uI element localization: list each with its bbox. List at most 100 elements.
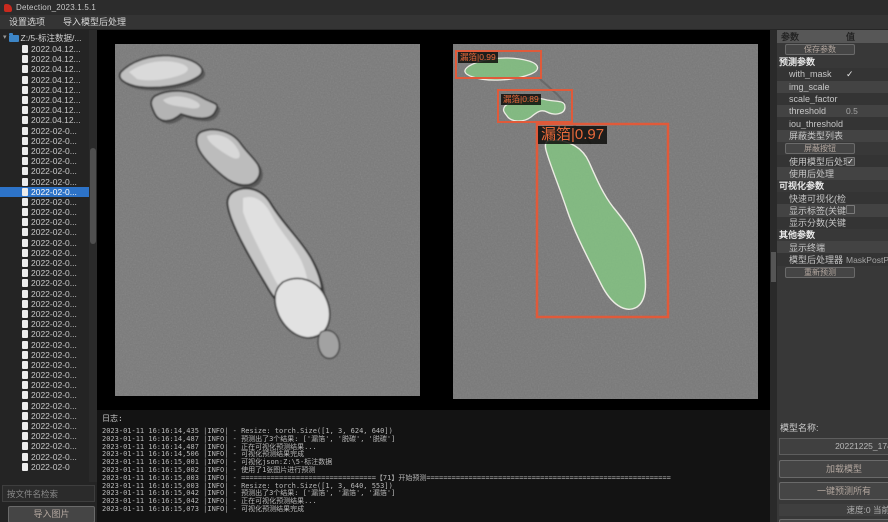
file-item[interactable]: 2022-02-0... — [0, 289, 89, 299]
file-item[interactable]: 2022-02-0... — [0, 136, 89, 146]
param-row[interactable]: img_scale — [777, 81, 888, 93]
file-item-label: 2022-02-0... — [31, 197, 77, 207]
checkbox-checked[interactable]: ✓ — [846, 157, 855, 166]
file-item[interactable]: 2022-02-0... — [0, 238, 89, 248]
file-icon — [22, 137, 28, 145]
panel-button[interactable]: 重新预测 — [785, 267, 855, 278]
panel-button[interactable]: 保存参数 — [785, 44, 855, 55]
file-list: 2022.04.12...2022.04.12...2022.04.12...2… — [0, 44, 89, 472]
file-item-label: 2022-02-0... — [31, 177, 77, 187]
file-item[interactable]: 2022-02-0... — [0, 350, 89, 360]
param-value[interactable]: ✓ — [846, 69, 888, 80]
param-row[interactable]: scale_factor — [777, 93, 888, 105]
param-label: 显示标签(关键点) — [777, 204, 846, 217]
param-row[interactable]: 使用后处理 — [777, 167, 888, 179]
file-item[interactable]: 2022-02-0... — [0, 146, 89, 156]
file-item[interactable]: 2022-02-0... — [0, 452, 89, 462]
param-label: scale_factor — [777, 94, 846, 104]
menu-item-import-postprocess[interactable]: 导入模型后处理 — [54, 15, 135, 30]
file-item[interactable]: 2022-02-0... — [0, 329, 89, 339]
file-item[interactable]: 2022-02-0... — [0, 166, 89, 176]
file-item[interactable]: 2022-02-0... — [0, 187, 89, 197]
file-item[interactable]: 2022-02-0... — [0, 411, 89, 421]
file-item[interactable]: 2022.04.12... — [0, 115, 89, 125]
param-value[interactable]: ✓ — [846, 156, 888, 166]
import-images-button[interactable]: 导入图片 — [8, 506, 95, 522]
file-icon — [22, 300, 28, 308]
file-item[interactable]: 2022.04.12... — [0, 54, 89, 64]
file-item[interactable]: 2022.04.12... — [0, 44, 89, 54]
file-item[interactable]: 2022-02-0... — [0, 299, 89, 309]
param-row[interactable]: 使用模型后处理✓ — [777, 155, 888, 167]
tree-root-label: Z:/5-标注数据/... — [21, 32, 82, 44]
file-item-label: 2022-02-0... — [31, 187, 77, 197]
file-item[interactable]: 2022-02-0... — [0, 390, 89, 400]
file-item-label: 2022-02-0... — [31, 238, 77, 248]
sidebar-scrollbar[interactable] — [89, 30, 97, 482]
file-icon — [22, 310, 28, 318]
file-icon — [22, 65, 28, 73]
param-row[interactable]: 显示标签(关键点) — [777, 204, 888, 216]
file-item[interactable]: 2022.04.12... — [0, 64, 89, 74]
file-item[interactable]: 2022-02-0... — [0, 309, 89, 319]
param-value[interactable]: 0.5 — [846, 106, 888, 116]
file-item[interactable]: 2022.04.12... — [0, 105, 89, 115]
file-item[interactable]: 2022-02-0... — [0, 441, 89, 451]
param-row[interactable]: threshold0.5 — [777, 105, 888, 117]
file-item[interactable]: 2022-02-0... — [0, 258, 89, 268]
splitter-handle[interactable] — [771, 252, 776, 282]
file-item[interactable]: 2022-02-0... — [0, 421, 89, 431]
file-item[interactable]: 2022.04.12... — [0, 85, 89, 95]
file-item[interactable]: 2022-02-0... — [0, 319, 89, 329]
model-name-value[interactable]: 20221225_174813 — [779, 438, 888, 455]
param-row[interactable]: 显示终端 — [777, 241, 888, 253]
vertical-splitter[interactable] — [770, 30, 777, 522]
param-row[interactable]: 显示分数(关键点) — [777, 217, 888, 229]
file-item[interactable]: 2022-02-0... — [0, 370, 89, 380]
file-item[interactable]: 2022-02-0... — [0, 217, 89, 227]
file-item-label: 2022.04.12... — [31, 85, 81, 95]
detection-label: 漏箔|0.89 — [501, 94, 541, 105]
sidebar-scrollbar-thumb[interactable] — [90, 148, 96, 244]
param-row[interactable]: 模型后处理器MaskPostPro — [777, 253, 888, 265]
param-row[interactable]: 屏蔽类型列表 — [777, 130, 888, 142]
menu-item-settings[interactable]: 设置选项 — [0, 15, 54, 30]
filename-search-input[interactable] — [2, 485, 95, 502]
param-value[interactable] — [846, 205, 888, 216]
file-item-label: 2022-02-0... — [31, 136, 77, 146]
file-item[interactable]: 2022-02-0... — [0, 248, 89, 258]
chevron-down-icon[interactable]: ▾ — [3, 32, 7, 44]
original-image[interactable] — [115, 44, 420, 396]
file-item[interactable]: 2022-02-0... — [0, 360, 89, 370]
param-row[interactable]: with_mask✓ — [777, 68, 888, 80]
predict-all-button[interactable]: 一键预测所有 — [779, 482, 888, 500]
file-item[interactable]: 2022-02-0... — [0, 176, 89, 186]
file-item[interactable]: 2022-02-0... — [0, 431, 89, 441]
file-item[interactable]: 2022-02-0... — [0, 380, 89, 390]
param-value[interactable]: MaskPostPro — [846, 255, 888, 265]
tree-root[interactable]: ▾ Z:/5-标注数据/... — [0, 32, 89, 44]
file-item[interactable]: 2022.04.12... — [0, 75, 89, 85]
file-item[interactable]: 2022.04.12... — [0, 95, 89, 105]
file-item[interactable]: 2022-02-0... — [0, 197, 89, 207]
param-label: with_mask — [777, 69, 846, 79]
panel-button[interactable]: 屏蔽按钮 — [785, 143, 855, 154]
file-item[interactable]: 2022-02-0... — [0, 339, 89, 349]
file-icon — [22, 127, 28, 135]
param-row[interactable]: iou_threshold — [777, 117, 888, 129]
param-row[interactable]: 快速可视化(检测) — [777, 192, 888, 204]
param-header-name: 参数 — [777, 30, 846, 43]
file-item[interactable]: 2022-02-0... — [0, 156, 89, 166]
log-title: 日志: — [102, 413, 770, 424]
file-item[interactable]: 2022-02-0... — [0, 207, 89, 217]
file-item[interactable]: 2022-02-0... — [0, 278, 89, 288]
file-item[interactable]: 2022-02-0... — [0, 401, 89, 411]
file-item[interactable]: 2022-02-0 — [0, 462, 89, 472]
checkbox-unchecked[interactable] — [846, 205, 855, 214]
prediction-image[interactable]: 漏箔|0.99 漏箔|0.89 漏箔|0.97 — [453, 44, 758, 399]
file-item[interactable]: 2022-02-0... — [0, 227, 89, 237]
file-item[interactable]: 2022-02-0... — [0, 268, 89, 278]
file-item[interactable]: 2022-02-0... — [0, 126, 89, 136]
file-icon — [22, 463, 28, 471]
load-model-button[interactable]: 加载模型 — [779, 460, 888, 478]
